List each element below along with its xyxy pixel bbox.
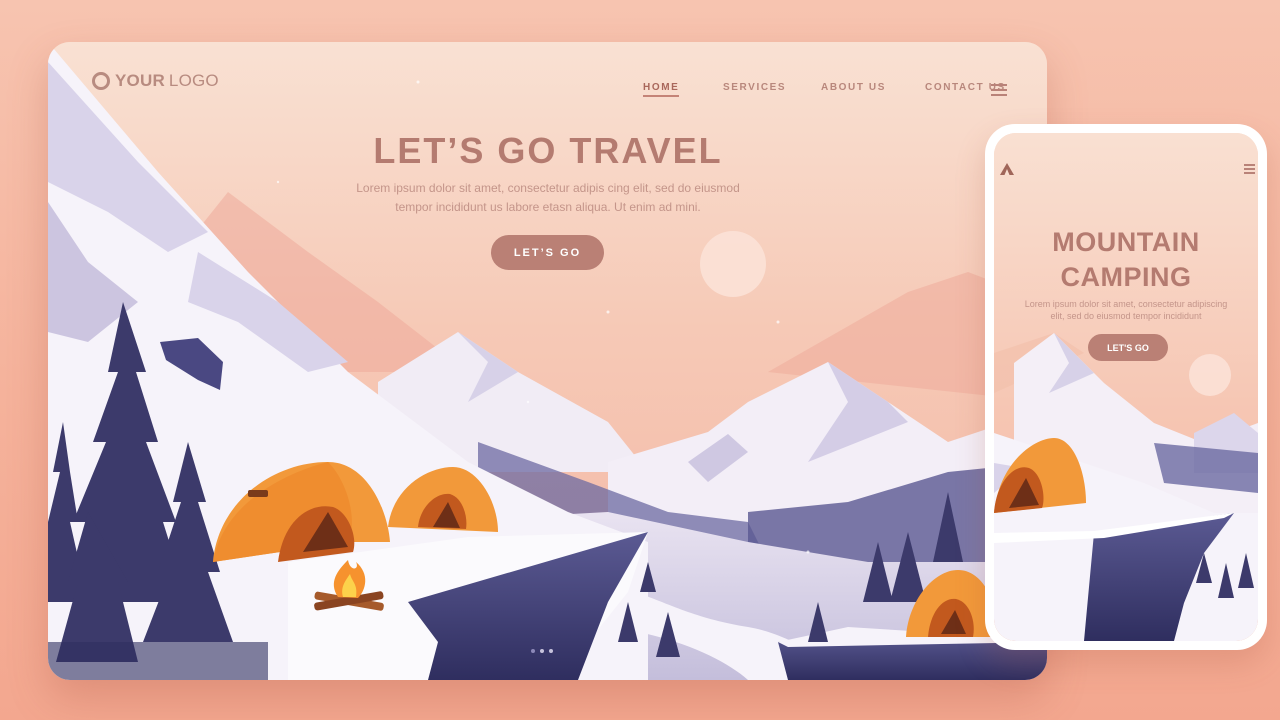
logo-text-regular: LOGO (168, 71, 219, 90)
desktop-landing-mockup: YOUR LOGO HOME SERVICES ABOUT US CONTACT… (48, 42, 1047, 680)
brand-logo[interactable]: YOUR LOGO (92, 71, 219, 91)
nav-item-about-us[interactable]: ABOUT US (821, 82, 886, 93)
carousel-dot[interactable] (540, 649, 544, 653)
hero-subtitle: Lorem ipsum dolor sit amet, consectetur … (338, 179, 758, 217)
hero-subtitle-line-1: Lorem ipsum dolor sit amet, consectetur … (356, 181, 740, 195)
tent-logo-icon (1000, 163, 1014, 175)
hero-subtitle-line-2: tempor incididunt us labore etasn aliqua… (395, 200, 701, 214)
mobile-hero-title: MOUNTAIN CAMPING (994, 225, 1258, 295)
mobile-screen: MOUNTAIN CAMPING Lorem ipsum dolor sit a… (994, 133, 1258, 641)
logo-text-bold: YOUR (115, 71, 165, 90)
logo-ring-icon (92, 72, 110, 90)
mobile-landing-mockup: MOUNTAIN CAMPING Lorem ipsum dolor sit a… (985, 124, 1267, 650)
menu-icon[interactable] (1244, 164, 1255, 176)
hero-title: LET’S GO TRAVEL (373, 130, 723, 171)
menu-icon[interactable] (991, 84, 1007, 99)
mobile-hero-subtitle: Lorem ipsum dolor sit amet, consectetur … (1014, 298, 1238, 322)
nav-item-services[interactable]: SERVICES (723, 82, 786, 93)
mobile-subtitle-line-2: elit, sed do eiusmod tempor incididunt (1050, 311, 1202, 321)
mobile-mountain-illustration (994, 133, 1258, 641)
mobile-title-line-1: MOUNTAIN (1052, 227, 1200, 257)
carousel-dot[interactable] (549, 649, 553, 653)
carousel-dot[interactable] (531, 649, 535, 653)
mobile-lets-go-button[interactable]: LET'S GO (1088, 334, 1168, 361)
mobile-title-line-2: CAMPING (1060, 262, 1192, 292)
mobile-subtitle-line-1: Lorem ipsum dolor sit amet, consectetur … (1024, 299, 1228, 309)
carousel-indicators (531, 649, 553, 653)
nav-item-home[interactable]: HOME (643, 82, 680, 97)
lets-go-button[interactable]: LET’S GO (491, 235, 604, 270)
